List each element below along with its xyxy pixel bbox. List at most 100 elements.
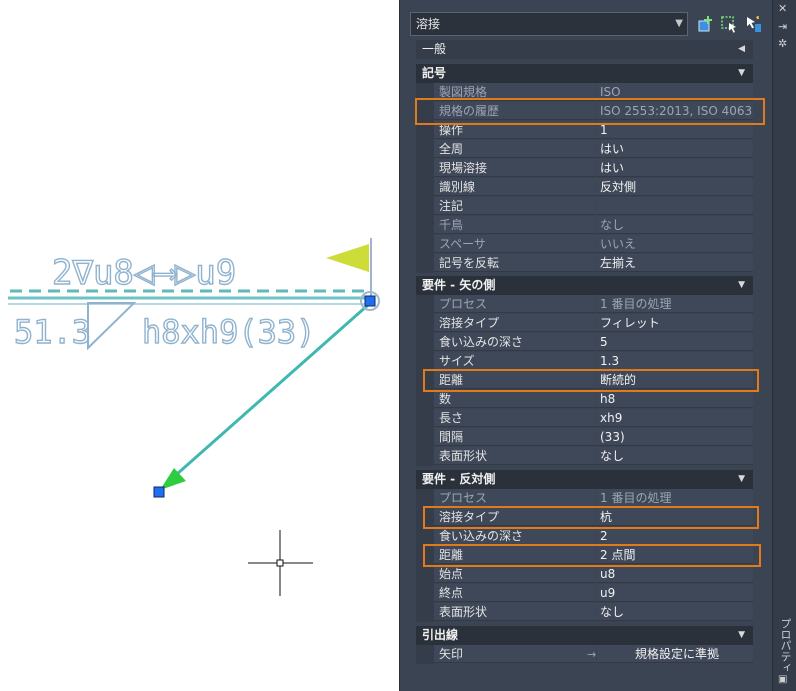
property-row[interactable]: 食い込みの深さ 5 [416, 333, 753, 352]
property-label: 長さ [434, 409, 596, 427]
property-label: サイズ [434, 352, 596, 370]
property-value[interactable]: u9 [597, 584, 753, 602]
arrowhead-icon: → [587, 648, 597, 661]
property-label: 千鳥 [434, 216, 596, 234]
property-value[interactable]: なし [597, 216, 753, 234]
pickadd-toggle-icon[interactable] [744, 15, 762, 33]
chevron-down-icon: ▼ [738, 474, 745, 484]
property-value[interactable]: 1.3 [597, 352, 753, 370]
property-row[interactable]: 矢印 規格設定に準拠 [416, 645, 753, 664]
property-row[interactable]: スペーサ いいえ [416, 235, 753, 254]
section-general-title: 一般 [422, 42, 447, 56]
property-label: 終点 [434, 584, 596, 602]
weld-length-text: h8xh9(33) [142, 313, 315, 351]
property-label: 間隔 [434, 428, 596, 446]
property-label: 食い込みの深さ [434, 527, 596, 545]
property-value[interactable]: フィレット [597, 314, 753, 332]
section-general[interactable]: 一般 ◀ [416, 40, 753, 59]
property-row[interactable]: 始点 u8 [416, 565, 753, 584]
property-label: プロセス [434, 489, 596, 507]
section-other-side-title: 要件 - 反対側 [422, 472, 496, 486]
section-other-side[interactable]: 要件 - 反対側 ▼ [416, 470, 753, 489]
fillet-symbol [87, 302, 137, 351]
property-value[interactable]: 2 [597, 527, 753, 545]
field-weld-flag [326, 244, 369, 272]
property-value[interactable]: h8 [597, 390, 753, 408]
chevron-down-icon: ▼ [738, 280, 745, 290]
quick-select-icon[interactable] [697, 15, 715, 33]
property-value[interactable]: 反対側 [597, 178, 753, 196]
arrow-grip[interactable] [153, 486, 165, 498]
property-label: 食い込みの深さ [434, 333, 596, 351]
property-value[interactable]: なし [597, 603, 753, 621]
property-label: 矢印 [434, 645, 596, 663]
property-row[interactable]: 間隔 (33) [416, 428, 753, 447]
section-leader[interactable]: 引出線 ▼ [416, 626, 753, 645]
properties-menu-icon[interactable]: ✲ [778, 37, 787, 50]
property-row[interactable]: 表面形状 なし [416, 603, 753, 622]
property-value[interactable]: 規格設定に準拠 [597, 645, 753, 663]
property-row[interactable]: 記号を反転 左揃え [416, 254, 753, 273]
property-value[interactable]: はい [597, 159, 753, 177]
chevron-down-icon: ▼ [738, 68, 745, 78]
property-label: 溶接タイプ [434, 314, 596, 332]
property-row[interactable]: 終点 u9 [416, 584, 753, 603]
highlight-box [423, 369, 759, 392]
property-label: 表面形状 [434, 447, 596, 465]
palette-icon: ▣ [778, 674, 788, 685]
weld-top-text: 2∇u8◁⟶▷u9 [52, 253, 236, 293]
property-label: スペーサ [434, 235, 596, 253]
section-leader-title: 引出線 [422, 628, 459, 642]
highlight-box [423, 544, 761, 567]
highlight-box [415, 98, 765, 125]
property-row[interactable]: 表面形状 なし [416, 447, 753, 466]
palette-side-strip [772, 0, 796, 691]
property-row[interactable]: 千鳥 なし [416, 216, 753, 235]
section-symbol[interactable]: 記号 ▼ [416, 64, 753, 83]
property-row[interactable]: 現場溶接 はい [416, 159, 753, 178]
property-row[interactable]: 注記 [416, 197, 753, 216]
property-value[interactable]: なし [597, 447, 753, 465]
property-label: 表面形状 [434, 603, 596, 621]
close-icon[interactable]: ✕ [778, 2, 787, 15]
auto-hide-icon[interactable]: ⇥ [778, 20, 787, 33]
highlight-box [423, 506, 759, 529]
chevron-down-icon: ▼ [738, 630, 745, 640]
property-label: 始点 [434, 565, 596, 583]
property-label: 注記 [434, 197, 596, 215]
chevron-down-icon: ▼ [675, 18, 683, 29]
property-row[interactable]: 識別線 反対側 [416, 178, 753, 197]
property-row[interactable]: 全周 はい [416, 140, 753, 159]
property-value[interactable]: はい [597, 140, 753, 158]
property-value[interactable]: (33) [597, 428, 753, 446]
select-objects-icon[interactable] [720, 15, 738, 33]
palette-title: プロパティ [779, 618, 792, 673]
property-value[interactable]: 1 番目の処理 [597, 295, 753, 313]
property-row[interactable]: プロセス 1 番目の処理 [416, 295, 753, 314]
property-label: 全周 [434, 140, 596, 158]
crosshair-cursor [248, 530, 313, 596]
property-row[interactable]: 数 h8 [416, 390, 753, 409]
property-value[interactable]: xh9 [597, 409, 753, 427]
property-label: プロセス [434, 295, 596, 313]
property-value[interactable]: 5 [597, 333, 753, 351]
property-value[interactable]: いいえ [597, 235, 753, 253]
property-label: 記号を反転 [434, 254, 596, 272]
property-row[interactable]: 溶接タイプ フィレット [416, 314, 753, 333]
property-label: 識別線 [434, 178, 596, 196]
chevron-left-icon: ◀ [738, 44, 745, 54]
section-symbol-title: 記号 [422, 66, 447, 80]
drawing-canvas[interactable]: 2∇u8◁⟶▷u9 51.3 h8xh9(33) [0, 0, 400, 691]
reference-grip[interactable] [364, 295, 376, 307]
object-type-value: 溶接 [416, 17, 441, 31]
object-type-dropdown[interactable]: 溶接 ▼ [410, 12, 688, 36]
property-value[interactable]: 左揃え [597, 254, 753, 272]
section-arrow-side[interactable]: 要件 - 矢の側 ▼ [416, 276, 753, 295]
property-value[interactable]: 1 番目の処理 [597, 489, 753, 507]
property-value[interactable] [597, 197, 753, 215]
section-arrow-side-title: 要件 - 矢の側 [422, 278, 496, 292]
property-row[interactable]: 長さ xh9 [416, 409, 753, 428]
property-value[interactable]: u8 [597, 565, 753, 583]
weld-size-text: 51.3 [14, 313, 91, 351]
property-label: 数 [434, 390, 596, 408]
